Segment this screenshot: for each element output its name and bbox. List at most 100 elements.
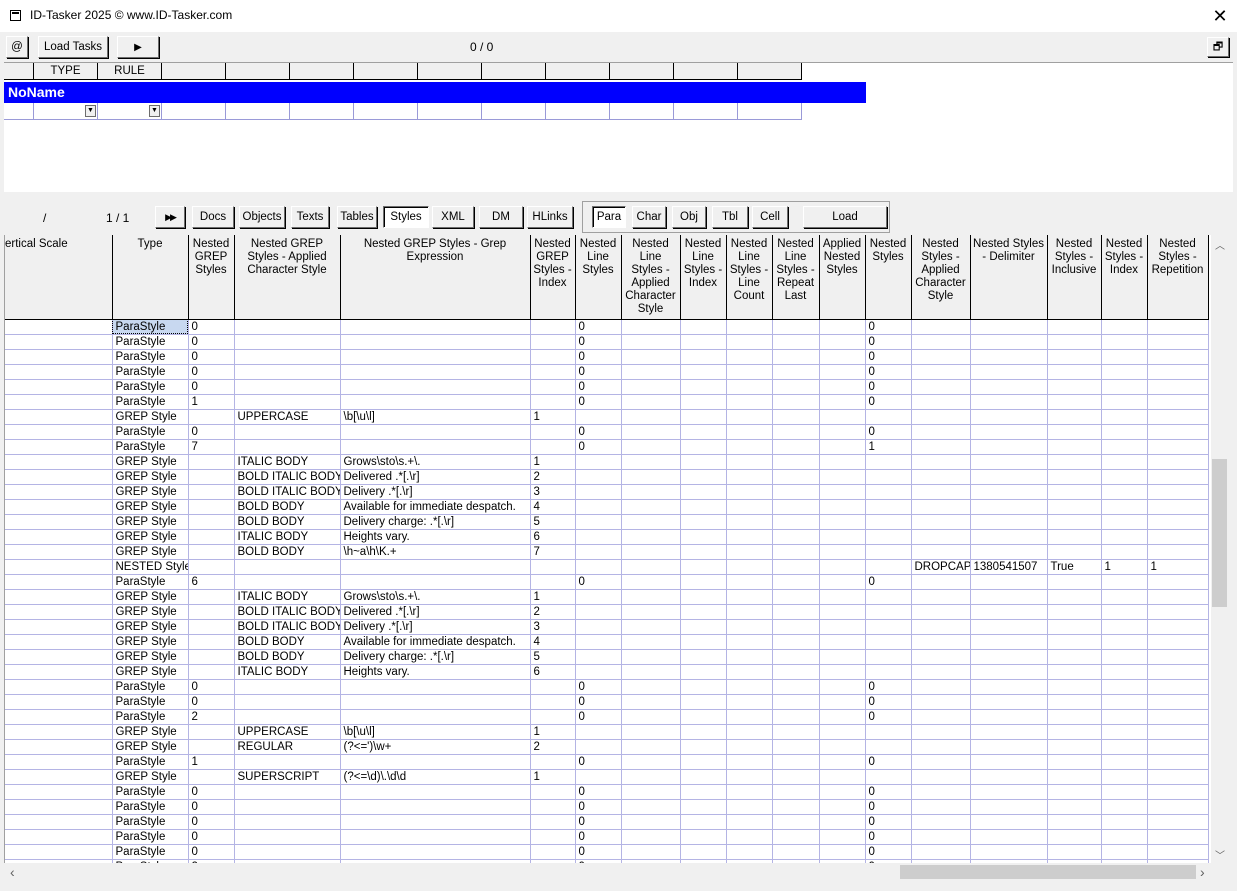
table-cell[interactable] bbox=[726, 799, 773, 815]
table-cell[interactable] bbox=[819, 784, 866, 800]
table-cell[interactable] bbox=[340, 799, 531, 815]
table-cell[interactable] bbox=[726, 559, 773, 575]
table-cell[interactable] bbox=[1101, 424, 1148, 440]
table-cell[interactable]: REGULAR bbox=[234, 739, 341, 755]
column-header[interactable]: Nested GREP Styles - Applied Character S… bbox=[234, 235, 341, 320]
table-cell[interactable] bbox=[819, 589, 866, 605]
table-row[interactable]: ParaStyle 0 0 0 bbox=[5, 799, 1209, 815]
table-cell[interactable] bbox=[234, 379, 341, 395]
table-cell[interactable] bbox=[726, 349, 773, 365]
table-cell[interactable]: ParaStyle bbox=[112, 784, 189, 800]
table-cell[interactable] bbox=[1147, 574, 1209, 590]
table-row[interactable]: ParaStyle 1 0 0 bbox=[5, 394, 1209, 410]
table-cell[interactable]: 0 bbox=[865, 679, 912, 695]
horizontal-scroll-thumb[interactable] bbox=[900, 865, 1196, 879]
table-cell[interactable] bbox=[865, 649, 912, 665]
table-cell[interactable] bbox=[621, 499, 681, 515]
table-cell[interactable] bbox=[772, 379, 820, 395]
table-cell[interactable]: 0 bbox=[575, 709, 622, 725]
table-cell[interactable] bbox=[575, 544, 622, 560]
table-cell[interactable] bbox=[1047, 589, 1102, 605]
table-cell[interactable]: GREP Style bbox=[112, 634, 189, 650]
table-cell[interactable] bbox=[1101, 529, 1148, 545]
table-cell[interactable] bbox=[970, 784, 1048, 800]
table-cell[interactable] bbox=[188, 769, 235, 785]
table-cell[interactable] bbox=[772, 649, 820, 665]
table-cell[interactable]: ParaStyle bbox=[112, 349, 189, 365]
table-cell[interactable]: 0 bbox=[865, 574, 912, 590]
table-cell[interactable] bbox=[865, 559, 912, 575]
table-cell[interactable] bbox=[680, 439, 727, 455]
table-cell[interactable]: NESTED Style bbox=[112, 559, 189, 575]
table-cell[interactable] bbox=[680, 619, 727, 635]
table-cell[interactable]: 0 bbox=[575, 814, 622, 830]
table-cell[interactable] bbox=[1101, 574, 1148, 590]
table-cell[interactable]: 0 bbox=[865, 799, 912, 815]
table-cell[interactable] bbox=[1101, 409, 1148, 425]
scroll-left-icon[interactable]: ‹ bbox=[10, 864, 15, 880]
table-cell[interactable]: 0 bbox=[575, 574, 622, 590]
table-cell[interactable]: ParaStyle bbox=[112, 844, 189, 860]
table-cell[interactable] bbox=[680, 664, 727, 680]
styles-grid[interactable]: ertical Scale Type Nested GREP Styles Neste… bbox=[4, 235, 1211, 863]
table-cell[interactable] bbox=[5, 634, 113, 650]
rule-input-cell[interactable]: ▼ bbox=[34, 103, 98, 120]
table-cell[interactable] bbox=[530, 559, 576, 575]
column-header[interactable]: Nested Styles - Applied Character Style bbox=[911, 235, 971, 320]
table-cell[interactable]: 0 bbox=[575, 349, 622, 365]
table-cell[interactable] bbox=[1047, 394, 1102, 410]
table-cell[interactable] bbox=[865, 454, 912, 470]
table-cell[interactable] bbox=[1147, 634, 1209, 650]
column-header[interactable]: Nested Line Styles - Index bbox=[680, 235, 727, 320]
table-cell[interactable] bbox=[680, 364, 727, 380]
table-cell[interactable] bbox=[1047, 319, 1102, 335]
table-cell[interactable] bbox=[819, 844, 866, 860]
table-cell[interactable]: ParaStyle bbox=[112, 334, 189, 350]
load-tasks-button[interactable]: Load Tasks bbox=[38, 36, 108, 58]
table-cell[interactable] bbox=[1101, 544, 1148, 560]
table-cell[interactable] bbox=[1147, 649, 1209, 665]
table-cell[interactable] bbox=[188, 589, 235, 605]
table-cell[interactable] bbox=[621, 814, 681, 830]
table-cell[interactable]: Delivered .*[.\r] bbox=[340, 469, 531, 485]
tab-dm[interactable]: DM bbox=[479, 206, 523, 228]
table-cell[interactable] bbox=[1101, 814, 1148, 830]
table-cell[interactable] bbox=[726, 679, 773, 695]
table-cell[interactable] bbox=[680, 604, 727, 620]
table-cell[interactable] bbox=[1047, 469, 1102, 485]
table-cell[interactable] bbox=[726, 454, 773, 470]
table-cell[interactable] bbox=[621, 454, 681, 470]
table-cell[interactable] bbox=[530, 679, 576, 695]
table-cell[interactable] bbox=[772, 709, 820, 725]
table-cell[interactable] bbox=[1047, 694, 1102, 710]
table-cell[interactable] bbox=[5, 589, 113, 605]
table-cell[interactable] bbox=[188, 514, 235, 530]
table-row[interactable]: ParaStyle 7 0 1 bbox=[5, 439, 1209, 455]
table-cell[interactable] bbox=[911, 784, 971, 800]
table-cell[interactable] bbox=[911, 574, 971, 590]
table-cell[interactable] bbox=[530, 394, 576, 410]
table-cell[interactable] bbox=[680, 484, 727, 500]
table-cell[interactable]: ParaStyle bbox=[112, 679, 189, 695]
table-cell[interactable] bbox=[819, 514, 866, 530]
table-cell[interactable] bbox=[772, 484, 820, 500]
table-cell[interactable] bbox=[1147, 364, 1209, 380]
table-cell[interactable]: 6 bbox=[530, 664, 576, 680]
table-cell[interactable] bbox=[911, 499, 971, 515]
restore-icon[interactable]: 🗗 bbox=[1207, 37, 1229, 57]
tab-texts[interactable]: Texts bbox=[291, 206, 329, 228]
table-cell[interactable] bbox=[1047, 634, 1102, 650]
table-cell[interactable] bbox=[188, 724, 235, 740]
table-cell[interactable] bbox=[621, 409, 681, 425]
table-cell[interactable] bbox=[530, 754, 576, 770]
table-cell[interactable] bbox=[5, 844, 113, 860]
table-cell[interactable] bbox=[1147, 814, 1209, 830]
table-row[interactable]: ParaStyle 6 0 0 bbox=[5, 574, 1209, 590]
table-cell[interactable] bbox=[680, 679, 727, 695]
table-cell[interactable] bbox=[911, 754, 971, 770]
table-cell[interactable] bbox=[5, 424, 113, 440]
table-cell[interactable] bbox=[819, 529, 866, 545]
table-cell[interactable]: 0 bbox=[188, 829, 235, 845]
table-cell[interactable] bbox=[234, 349, 341, 365]
table-cell[interactable]: ParaStyle bbox=[112, 439, 189, 455]
